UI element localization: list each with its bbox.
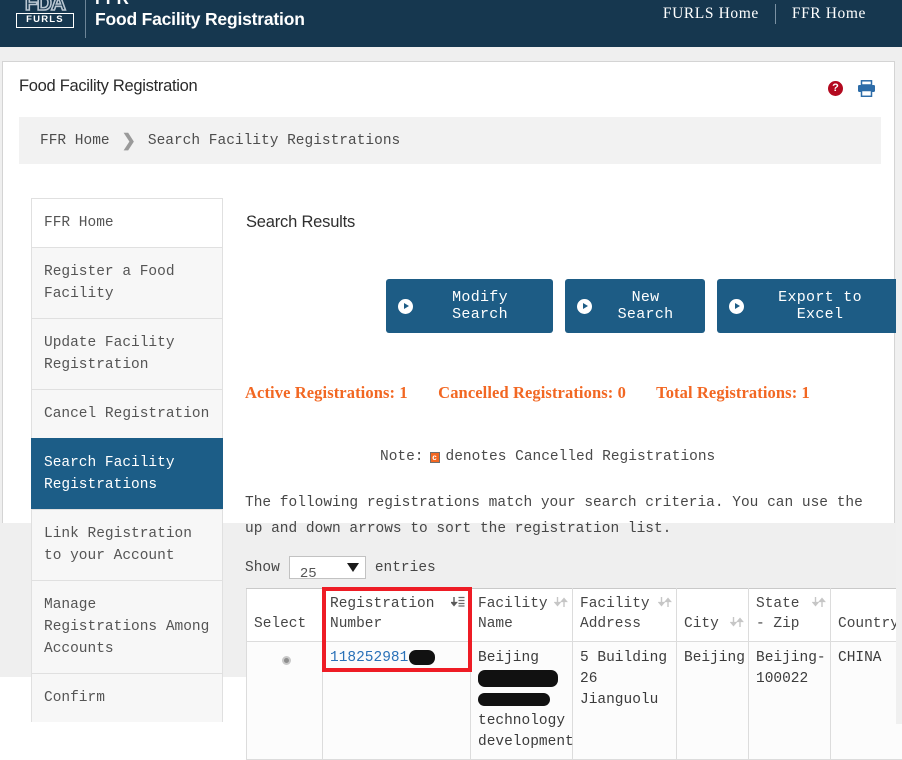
header-divider [85, 0, 86, 38]
redaction-block [478, 693, 550, 706]
nav-link-furls-home[interactable]: FURLS Home [647, 5, 775, 23]
column-header-facility-name[interactable]: Facility Name [471, 589, 573, 642]
results-intro-text: The following registrations match your s… [245, 490, 875, 542]
note-text: denotes Cancelled Registrations [446, 449, 716, 465]
modify-search-button[interactable]: Modify Search [386, 279, 553, 333]
page-header-icons: ? [828, 80, 876, 97]
registration-number-link[interactable]: 118252981 [330, 650, 408, 666]
app-title: Food Facility Registration [95, 8, 305, 30]
show-entries-suffix: entries [375, 560, 436, 576]
column-header-select: Select [247, 589, 323, 642]
entries-per-page-select[interactable]: 25 [289, 556, 366, 579]
top-header-bar: FDA FURLS FFR Food Facility Registration… [0, 0, 902, 47]
cell-city: Beijing [677, 642, 749, 760]
total-registrations-label: Total Registrations: [656, 383, 797, 402]
breadcrumb-item-ffr-home[interactable]: FFR Home [40, 133, 110, 149]
sidebar-item-register-a-food-facility[interactable]: Register a Food Facility [31, 247, 223, 318]
cell-facility-address: 5 Building 26 Jianguolu [573, 642, 677, 760]
new-search-button[interactable]: New Search [565, 279, 705, 333]
column-label-facility-name: Facility Name [478, 594, 552, 634]
search-results-table: Select Registration Number Facility Name [246, 588, 902, 760]
header-nav: FURLS Home FFR Home [647, 4, 882, 24]
breadcrumb: FFR Home ❯ Search Facility Registrations [19, 117, 881, 164]
fda-furls-logo: FDA FURLS [14, 0, 76, 33]
show-entries-prefix: Show [245, 560, 280, 576]
page-title: Food Facility Registration [19, 77, 197, 96]
sidebar-item-ffr-home[interactable]: FFR Home [31, 198, 223, 247]
arrow-right-icon [729, 299, 744, 314]
redaction-block [409, 650, 435, 665]
export-to-excel-button[interactable]: Export to Excel [717, 279, 902, 333]
row-select-cell[interactable] [247, 642, 323, 760]
cell-facility-name: Beijing technology development [471, 642, 573, 760]
show-entries-control: Show 25 entries [245, 556, 436, 579]
facility-name-line2: technology [478, 713, 565, 729]
arrow-right-icon [398, 299, 413, 314]
sidebar-item-update-facility-registration[interactable]: Update Facility Registration [31, 318, 223, 389]
new-search-label: New Search [601, 289, 690, 323]
vertical-scrollbar[interactable] [896, 94, 902, 724]
app-title-block: FFR Food Facility Registration [95, 0, 305, 30]
cancelled-note: Note: c denotes Cancelled Registrations [380, 449, 715, 465]
column-label-select: Select [254, 614, 306, 634]
facility-name-line1: Beijing [478, 650, 539, 666]
app-abbreviation: FFR [95, 0, 305, 8]
print-icon[interactable] [857, 80, 876, 97]
sort-icon[interactable] [554, 595, 568, 609]
cell-state-zip: Beijing-100022 [749, 642, 831, 760]
cancelled-marker-icon: c [430, 452, 440, 463]
row-select-radio[interactable] [282, 656, 291, 665]
furls-logo-text: FURLS [16, 13, 74, 28]
facility-name-line3: development [478, 734, 574, 750]
column-header-state-zip[interactable]: State - Zip [749, 589, 831, 642]
sort-active-icon[interactable] [451, 595, 466, 609]
sort-icon[interactable] [730, 615, 744, 629]
column-header-city[interactable]: City [677, 589, 749, 642]
page-background: Food Facility Registration ? FFR Home ❯ … [0, 47, 902, 677]
search-results-heading: Search Results [246, 213, 355, 232]
cell-country: CHINA [831, 642, 902, 760]
sidebar-item-search-facility-registrations[interactable]: Search Facility Registrations [31, 438, 223, 509]
column-header-registration-number[interactable]: Registration Number [323, 589, 471, 642]
total-registrations-value: 1 [802, 383, 810, 402]
column-header-facility-address[interactable]: Facility Address [573, 589, 677, 642]
cell-registration-number: 118252981 [323, 642, 471, 760]
sort-icon[interactable] [812, 595, 826, 609]
action-button-row: Modify Search New Search Export to Excel [386, 279, 902, 333]
registration-stats: Active Registrations: 1 Cancelled Regist… [245, 380, 885, 405]
column-label-city: City [684, 614, 719, 634]
sidebar-nav: FFR Home Register a Food Facility Update… [31, 198, 223, 722]
note-prefix: Note: [380, 449, 424, 465]
export-to-excel-label: Export to Excel [753, 289, 887, 323]
column-label-registration-number: Registration Number [330, 594, 449, 634]
active-registrations-label: Active Registrations: [245, 383, 395, 402]
sidebar-item-confirm[interactable]: Confirm [31, 673, 223, 722]
chevron-right-icon: ❯ [122, 131, 136, 151]
table-row: 118252981 Beijing technology development… [247, 642, 902, 760]
entries-per-page-value: 25 [300, 566, 317, 582]
modify-search-label: Modify Search [422, 289, 538, 323]
chevron-down-icon [347, 563, 359, 572]
cancelled-registrations-label: Cancelled Registrations: [438, 383, 613, 402]
column-label-facility-address: Facility Address [580, 594, 656, 634]
sort-icon[interactable] [658, 595, 672, 609]
nav-link-ffr-home[interactable]: FFR Home [776, 5, 882, 23]
fda-logo-text: FDA [14, 0, 76, 14]
sidebar-item-manage-registrations-among-accounts[interactable]: Manage Registrations Among Accounts [31, 580, 223, 673]
column-header-country[interactable]: Country [831, 589, 902, 642]
help-icon[interactable]: ? [828, 81, 843, 96]
arrow-right-icon [577, 299, 592, 314]
column-label-country: Country [838, 614, 899, 634]
column-label-state-zip: State - Zip [756, 594, 810, 634]
sidebar-item-cancel-registration[interactable]: Cancel Registration [31, 389, 223, 438]
redaction-block [478, 670, 558, 687]
sidebar-item-link-registration-to-your-account[interactable]: Link Registration to your Account [31, 509, 223, 580]
breadcrumb-current: Search Facility Registrations [148, 133, 400, 149]
cancelled-registrations-value: 0 [618, 383, 626, 402]
active-registrations-value: 1 [399, 383, 407, 402]
table-header-row: Select Registration Number Facility Name [247, 589, 902, 642]
